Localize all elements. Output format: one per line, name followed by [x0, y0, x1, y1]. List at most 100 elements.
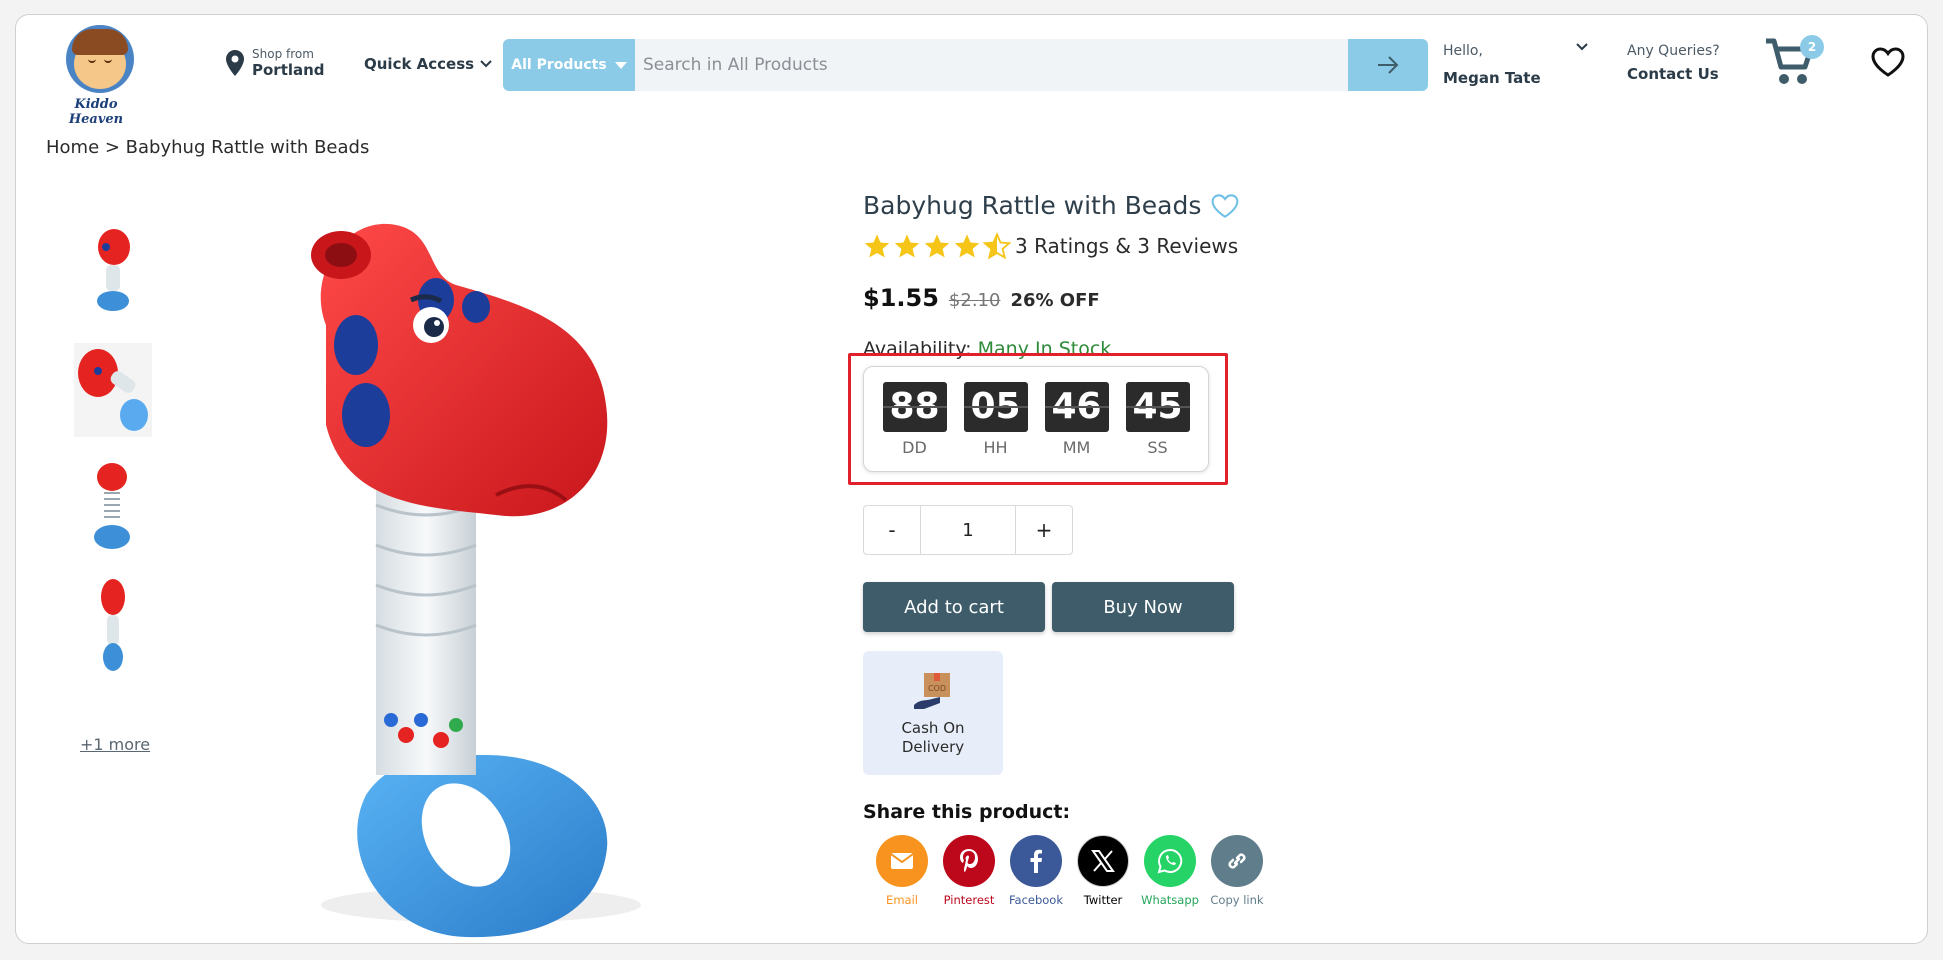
cart-button[interactable]: 2 [1764, 35, 1824, 87]
star-half-icon [983, 232, 1011, 260]
caret-down-icon [614, 61, 627, 69]
facebook-icon [1030, 849, 1042, 873]
product-title: Babyhug Rattle with Beads [863, 191, 1202, 220]
header: Kiddo Heaven Shop from Portland Quick Ac… [16, 15, 1927, 127]
search-bar: All Products [503, 39, 1428, 91]
countdown-highlight: 88 DD 05 HH 46 MM 45 SS [848, 353, 1228, 485]
rattle-image [311, 223, 641, 938]
price-block: $1.55 $2.10 26% OFF [863, 284, 1423, 312]
site-logo[interactable]: Kiddo Heaven [46, 21, 146, 127]
search-category-select[interactable]: All Products [503, 39, 635, 91]
buy-now-button[interactable]: Buy Now [1052, 582, 1234, 632]
original-price: $2.10 [948, 290, 1001, 311]
timer-minutes-value: 46 [1044, 381, 1109, 432]
timer-hours-value: 05 [963, 381, 1028, 432]
whatsapp-icon [1157, 848, 1183, 874]
product-info: Babyhug Rattle with Beads 3 Ratings & 3 … [863, 191, 1423, 360]
quick-access-label: Quick Access [364, 55, 475, 73]
wishlist-button[interactable] [1871, 47, 1905, 81]
share-pinterest[interactable]: Pinterest [941, 835, 997, 907]
quick-access-menu[interactable]: Quick Access [364, 55, 492, 73]
quantity-increase-button[interactable]: + [1016, 506, 1072, 554]
timer-seconds: 45 SS [1125, 381, 1190, 457]
cod-label: Cash On Delivery [901, 719, 965, 756]
discount: 26% OFF [1010, 290, 1100, 311]
timer-hours: 05 HH [963, 381, 1028, 457]
share-facebook-circle [1010, 835, 1062, 887]
greeting: Hello, [1443, 43, 1483, 59]
contact-block: Any Queries? Contact Us [1627, 43, 1720, 83]
search-category-label: All Products [511, 57, 607, 73]
breadcrumb[interactable]: Home > Babyhug Rattle with Beads [46, 137, 369, 158]
contact-us-link[interactable]: Contact Us [1627, 65, 1720, 83]
svg-text:COD: COD [928, 684, 946, 693]
share-label: Facebook [1008, 893, 1064, 907]
email-icon [890, 853, 914, 869]
link-icon [1228, 853, 1246, 869]
star-icon [864, 234, 890, 258]
share-label: Pinterest [943, 893, 995, 907]
timer-days-label: DD [902, 437, 927, 457]
thumbnail-2[interactable] [74, 343, 152, 437]
add-to-cart-button[interactable]: Add to cart [863, 582, 1045, 632]
price: $1.55 [863, 284, 939, 312]
share-label: Email [886, 893, 918, 907]
heart-outline-icon[interactable] [1211, 193, 1239, 219]
quantity-value[interactable]: 1 [920, 506, 1016, 554]
share-title: Share this product: [863, 801, 1071, 823]
pinterest-icon [960, 849, 978, 872]
queries-label: Any Queries? [1627, 43, 1720, 59]
more-images-link[interactable]: +1 more [80, 735, 150, 754]
share-whatsapp[interactable]: Whatsapp [1141, 835, 1199, 907]
timer-minutes-label: MM [1062, 437, 1091, 457]
logo-badge [66, 25, 134, 93]
rattle-thumbnail-image [94, 463, 130, 549]
logo-text: Kiddo Heaven [68, 97, 124, 127]
thumbnail-3[interactable] [74, 461, 152, 555]
star-icon [894, 234, 920, 258]
share-whatsapp-circle [1144, 835, 1196, 887]
cash-on-delivery-card: COD Cash On Delivery [863, 651, 1003, 775]
rating[interactable]: 3 Ratings & 3 Reviews [863, 232, 1423, 260]
rating-summary: 3 Ratings & 3 Reviews [1015, 234, 1239, 258]
chevron-down-icon [1576, 43, 1588, 51]
share-label: Whatsapp [1141, 893, 1199, 907]
timer-days: 88 DD [882, 381, 947, 457]
share-email[interactable]: Email [874, 835, 930, 907]
share-email-circle [876, 835, 928, 887]
star-icon [954, 234, 980, 258]
share-twitter[interactable]: Twitter [1075, 835, 1131, 907]
cod-box-icon: COD [914, 673, 950, 709]
search-input[interactable] [635, 39, 1348, 91]
quantity-stepper: - 1 + [863, 505, 1073, 555]
thumbnail-list [74, 225, 154, 697]
cart-count-badge: 2 [1800, 35, 1824, 59]
map-pin-icon [226, 50, 244, 76]
arrow-right-icon [1378, 56, 1399, 74]
share-pinterest-circle [943, 835, 995, 887]
heart-icon [1871, 47, 1905, 77]
share-copy-link[interactable]: Copy link [1209, 835, 1265, 907]
timer-minutes: 46 MM [1044, 381, 1109, 457]
share-label: Copy link [1210, 893, 1264, 907]
countdown-timer: 88 DD 05 HH 46 MM 45 SS [863, 366, 1209, 472]
search-submit-button[interactable] [1348, 39, 1428, 91]
share-facebook[interactable]: Facebook [1008, 835, 1064, 907]
rattle-thumbnail-image [101, 579, 125, 671]
rattle-thumbnail-image [74, 343, 152, 437]
chevron-down-icon [480, 60, 492, 68]
account-menu[interactable]: Hello, Megan Tate [1443, 43, 1588, 87]
quantity-decrease-button[interactable]: - [864, 506, 920, 554]
share-buttons: Email Pinterest Facebook Twitter Whatsap… [874, 835, 1265, 907]
timer-hours-label: HH [983, 437, 1008, 457]
location-city: Portland [252, 61, 325, 79]
x-twitter-icon [1091, 850, 1115, 872]
user-name: Megan Tate [1443, 69, 1541, 87]
rating-stars [863, 232, 1011, 260]
star-icon [924, 234, 950, 258]
thumbnail-4[interactable] [74, 579, 152, 673]
product-main-image[interactable] [266, 215, 706, 943]
location-selector[interactable]: Shop from Portland [226, 47, 325, 79]
thumbnail-1[interactable] [74, 225, 152, 319]
share-label: Twitter [1083, 893, 1123, 907]
